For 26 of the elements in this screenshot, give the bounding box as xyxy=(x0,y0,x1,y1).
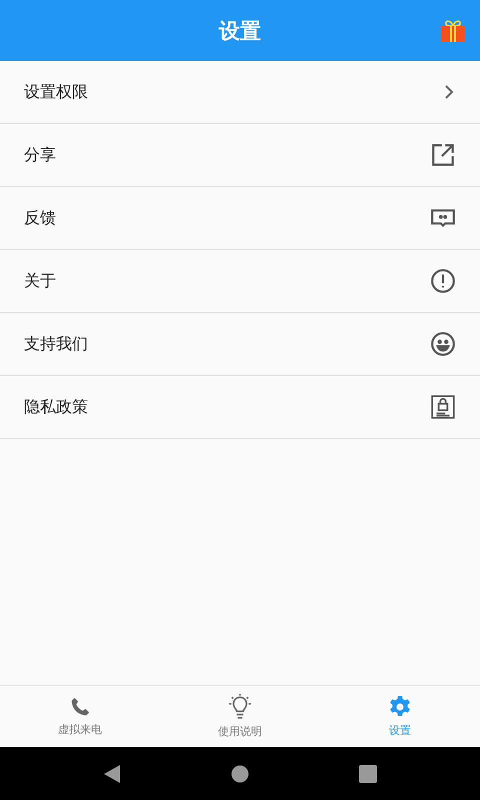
bottom-tab[interactable]: 使用说明 xyxy=(160,686,320,747)
settings-row[interactable]: 隐私政策 xyxy=(0,376,480,439)
gift-icon[interactable] xyxy=(440,18,466,42)
phone-icon xyxy=(69,696,91,718)
settings-row[interactable]: 分享 xyxy=(0,124,480,187)
smiley-icon xyxy=(430,331,456,357)
exclamation-icon xyxy=(430,268,456,294)
row-label: 反馈 xyxy=(24,208,56,228)
settings-icon xyxy=(388,695,412,719)
share-icon xyxy=(430,142,456,168)
row-label: 关于 xyxy=(24,270,56,292)
lightbulb-icon xyxy=(227,694,253,720)
home-icon[interactable] xyxy=(231,764,249,782)
page-title: 设置 xyxy=(219,18,261,44)
row-label: 分享 xyxy=(24,144,56,166)
settings-row[interactable]: 支持我们 xyxy=(0,313,480,376)
settings-row[interactable]: 设置权限 xyxy=(0,61,480,124)
lock-document-icon xyxy=(430,394,456,420)
settings-row[interactable]: 反馈 xyxy=(0,187,480,250)
bottom-tab[interactable]: 虚拟来电 xyxy=(0,686,160,747)
row-label: 设置权限 xyxy=(24,82,88,102)
row-label: 支持我们 xyxy=(24,334,88,354)
row-label: 隐私政策 xyxy=(24,396,88,418)
back-icon[interactable] xyxy=(103,764,121,784)
recents-icon[interactable] xyxy=(359,764,377,782)
settings-row[interactable]: 关于 xyxy=(0,250,480,313)
